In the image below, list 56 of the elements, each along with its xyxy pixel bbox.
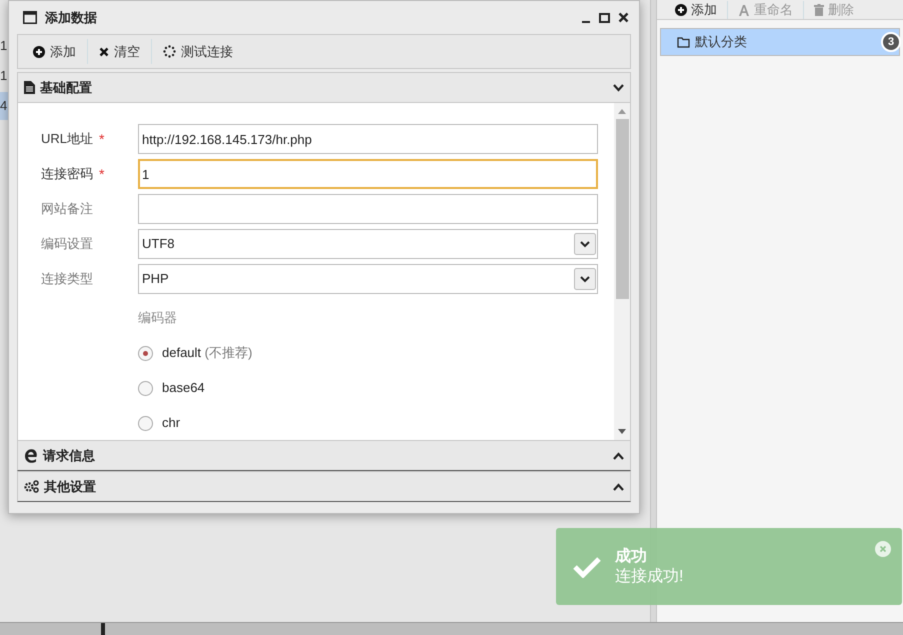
select-field[interactable]: PHP (138, 264, 598, 294)
field-label: URL地址 (41, 130, 94, 148)
plus-circle-icon (33, 46, 45, 58)
chevron-down-icon (574, 233, 596, 255)
checkmark-icon (572, 556, 602, 578)
radio-button[interactable] (138, 346, 153, 360)
select-field[interactable]: UTF8 (138, 229, 598, 259)
required-mark: * (99, 130, 104, 148)
chevron-down-icon (613, 84, 624, 92)
field-label: 连接类型 (41, 270, 93, 288)
toolbar-button[interactable]: 清空 (87, 39, 151, 64)
toolbar-button[interactable]: 添加 (665, 0, 727, 18)
scroll-up-icon[interactable] (618, 109, 626, 114)
count-badge: 3 (881, 32, 901, 52)
radio-label: default (不推荐) (162, 344, 252, 362)
plus-circle-icon (675, 4, 687, 16)
close-icon (99, 46, 109, 56)
chevron-up-icon (613, 452, 624, 460)
maximize-icon[interactable] (599, 12, 610, 22)
accordion-header[interactable]: 请求信息 (17, 440, 631, 471)
accordion-header[interactable]: 其他设置 (17, 471, 631, 502)
folder-icon (677, 36, 690, 48)
field-label: 网站备注 (41, 200, 93, 218)
input-field[interactable]: http://192.168.145.173/hr.php (138, 124, 598, 154)
input-field[interactable]: 1 (138, 159, 598, 189)
close-icon[interactable] (618, 12, 629, 23)
category-label: 默认分类 (695, 33, 747, 52)
trash-icon (814, 4, 824, 16)
field-label: 连接密码 (41, 165, 93, 184)
radio-button[interactable] (138, 416, 153, 430)
radio-button[interactable] (138, 380, 153, 396)
scrollbar-thumb[interactable] (616, 119, 628, 299)
toast-message: 连接成功! (615, 566, 684, 586)
radio-label: chr (162, 414, 180, 432)
toolbar-button[interactable]: 测试连接 (151, 39, 244, 64)
window-icon (23, 11, 37, 24)
toolbar-button[interactable]: 添加 (22, 39, 87, 64)
browser-e-icon (24, 448, 38, 462)
spinner-icon (163, 45, 176, 58)
required-mark: * (99, 164, 104, 184)
document-icon (24, 81, 35, 94)
scroll-down-icon[interactable] (618, 429, 626, 434)
input-field[interactable] (138, 194, 598, 224)
category-item[interactable]: 默认分类 3 (660, 28, 900, 56)
chevron-down-icon (574, 268, 596, 290)
radio-label: base64 (162, 379, 205, 398)
table-cell-text: 1 (0, 67, 8, 85)
window-title: 添加数据 (45, 8, 98, 27)
encoder-label: 编码器 (138, 309, 178, 327)
gears-icon (24, 480, 39, 493)
accordion-header[interactable]: 基础配置 (17, 72, 631, 103)
toast-title: 成功 (615, 546, 648, 566)
table-cell-text: 1 (0, 37, 8, 55)
font-icon (738, 4, 750, 16)
field-label: 编码设置 (41, 235, 93, 254)
chevron-up-icon (613, 482, 624, 490)
